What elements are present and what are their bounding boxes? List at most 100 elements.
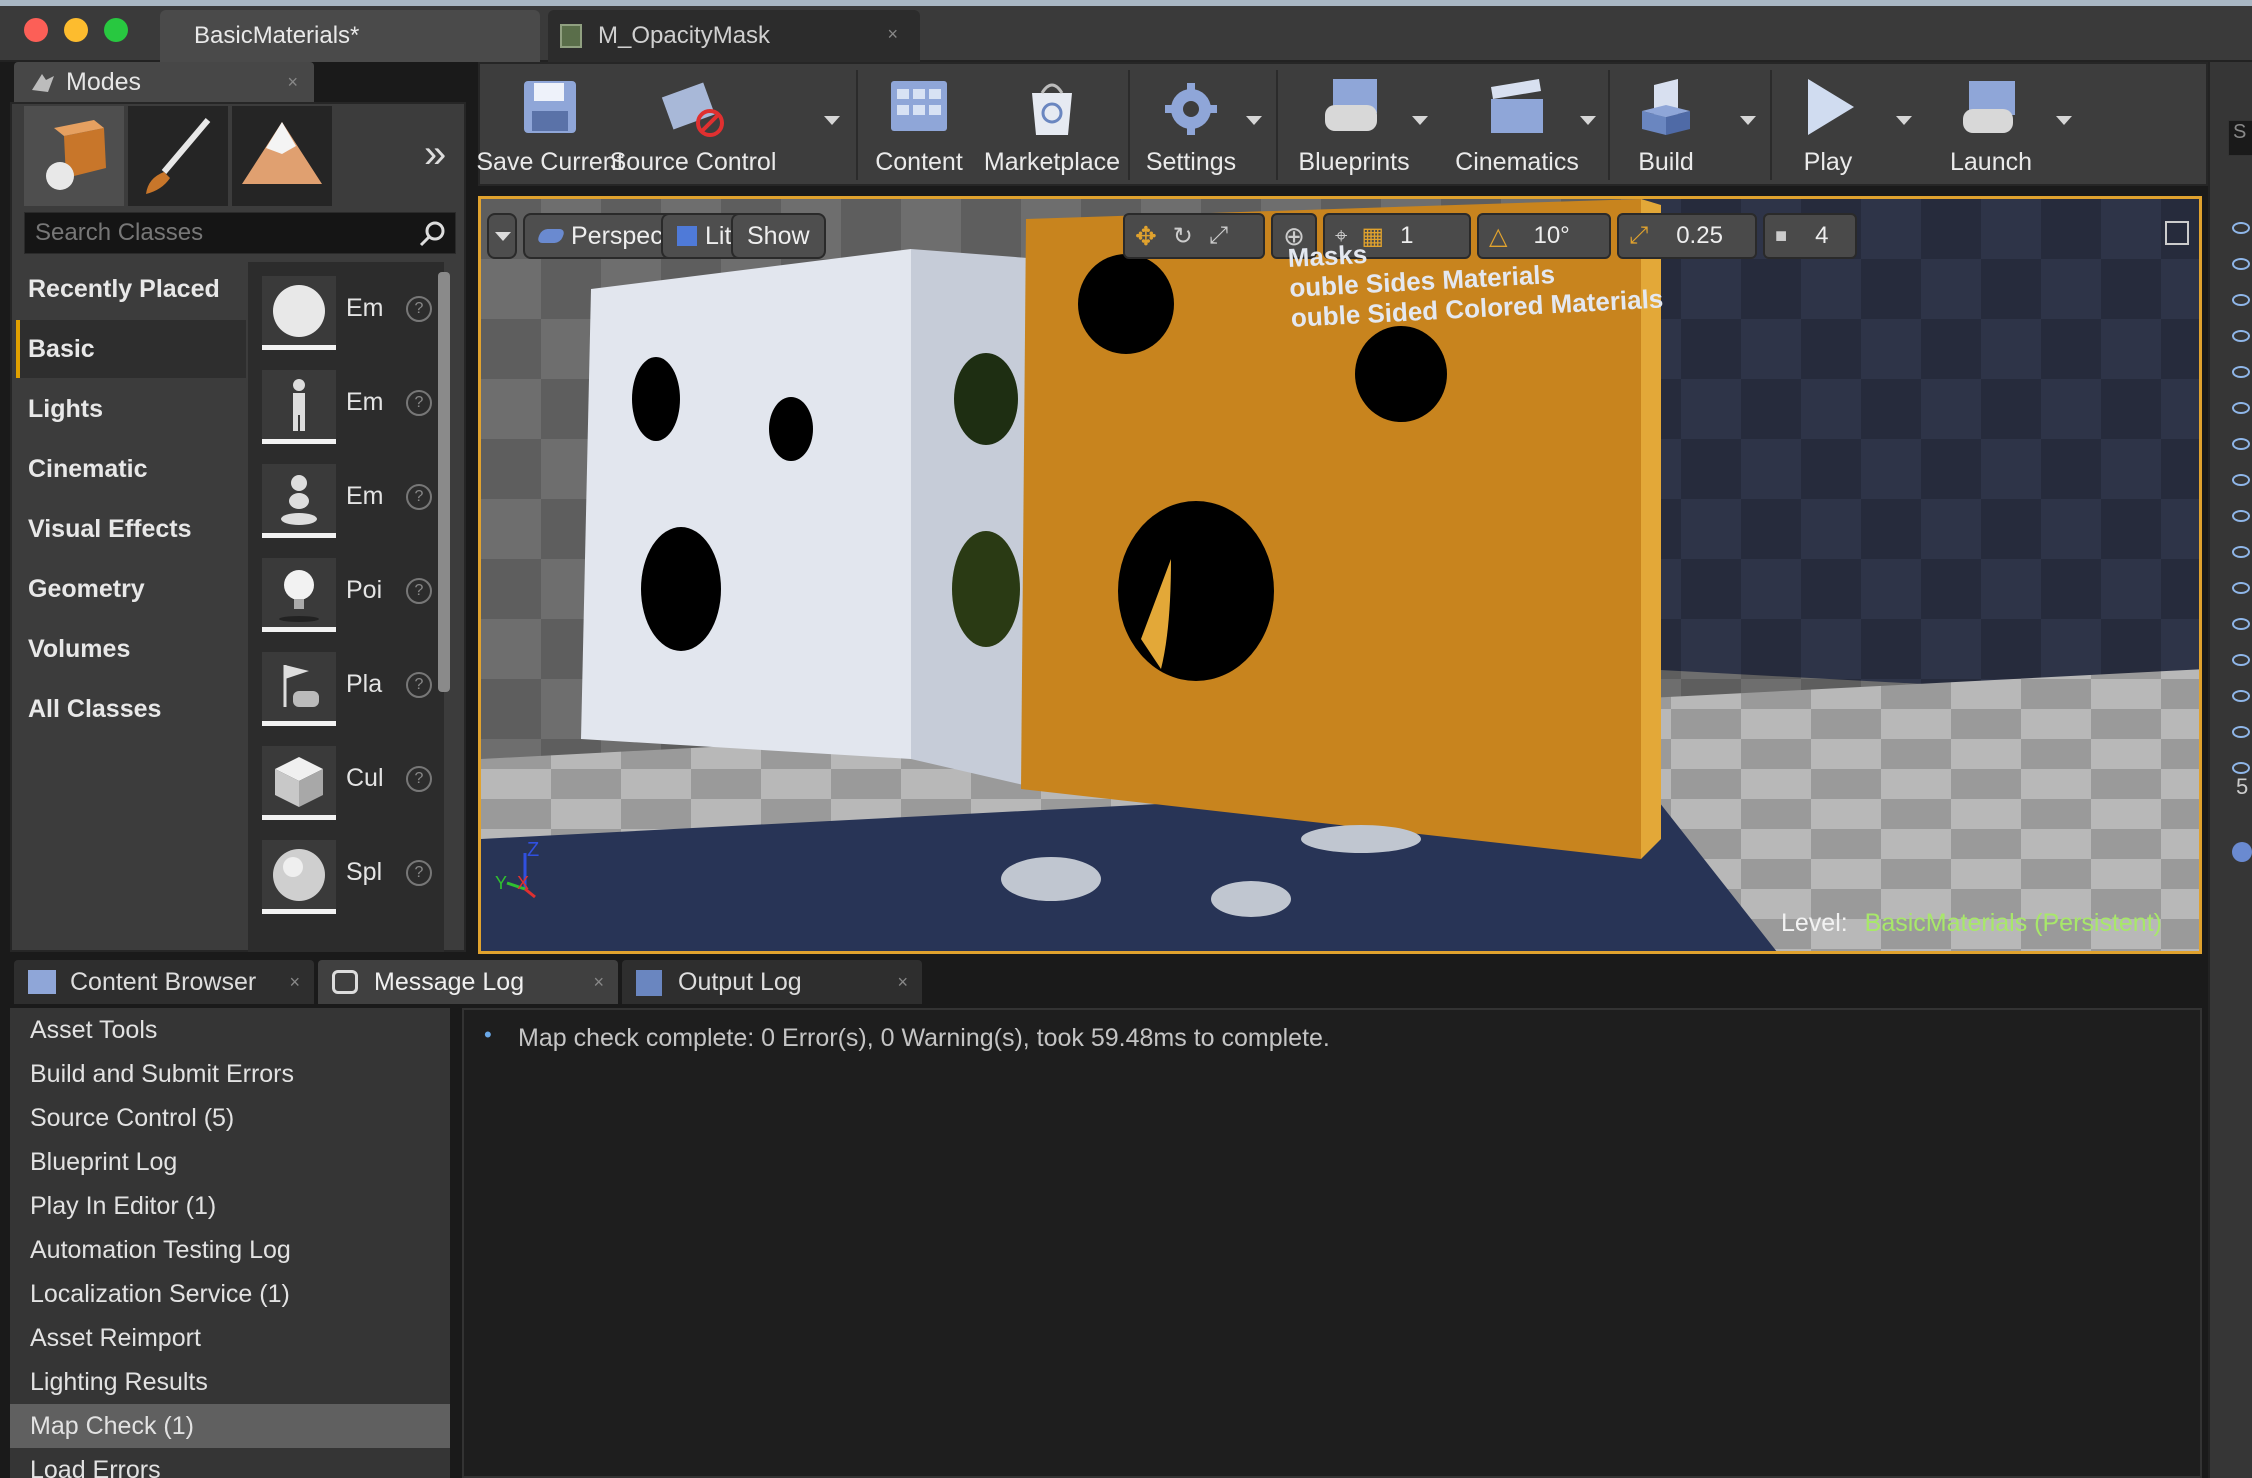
paint-mode-button[interactable]	[128, 106, 228, 206]
visibility-eye-icon[interactable]	[2232, 762, 2250, 774]
save-current-button[interactable]: Save Current	[476, 64, 624, 184]
search-classes-input[interactable]: Search Classes	[24, 212, 456, 254]
source-control-button[interactable]: Source Control	[610, 64, 776, 184]
tab-content-browser[interactable]: Content Browser ×	[14, 960, 314, 1004]
visibility-eye-icon[interactable]	[2232, 222, 2250, 234]
info-icon[interactable]	[2232, 842, 2252, 862]
log-category-item[interactable]: Blueprint Log	[20, 1140, 450, 1184]
source-control-dropdown-icon[interactable]	[824, 116, 840, 125]
category-volumes[interactable]: Volumes	[16, 620, 246, 678]
marketplace-button[interactable]: Marketplace	[982, 64, 1122, 184]
log-message[interactable]: Map check complete: 0 Error(s), 0 Warnin…	[518, 1024, 1330, 1053]
category-visual-effects[interactable]: Visual Effects	[16, 500, 246, 558]
close-tab-icon[interactable]: ×	[593, 972, 604, 993]
log-category-item[interactable]: Play In Editor (1)	[20, 1184, 450, 1228]
minimize-window-button[interactable]	[64, 18, 88, 42]
scale-snap-value[interactable]: 0.25	[1676, 222, 1723, 250]
settings-dropdown-icon[interactable]	[1246, 116, 1262, 125]
camera-icon[interactable]: ■	[1775, 225, 1787, 248]
maximize-window-button[interactable]	[104, 18, 128, 42]
help-icon[interactable]: ?	[406, 672, 432, 698]
content-button[interactable]: Content	[864, 64, 974, 184]
close-tab-icon[interactable]: ×	[897, 972, 908, 993]
right-search-input[interactable]: S	[2228, 120, 2252, 156]
visibility-eye-icon[interactable]	[2232, 366, 2250, 378]
category-basic[interactable]: Basic	[16, 320, 246, 378]
play-dropdown-icon[interactable]	[1896, 116, 1912, 125]
log-category-item[interactable]: Build and Submit Errors	[20, 1052, 450, 1096]
place-item-sphere[interactable]: Spl ?	[262, 836, 442, 924]
help-icon[interactable]: ?	[406, 296, 432, 322]
blueprints-button[interactable]: Blueprints	[1284, 64, 1424, 184]
place-item-point-light[interactable]: Poi ?	[262, 554, 442, 642]
visibility-eye-icon[interactable]	[2232, 726, 2250, 738]
log-category-item[interactable]: Source Control (5)	[20, 1096, 450, 1140]
visibility-eye-icon[interactable]	[2232, 546, 2250, 558]
landscape-mode-button[interactable]	[232, 106, 332, 206]
help-icon[interactable]: ?	[406, 390, 432, 416]
log-category-item[interactable]: Localization Service (1)	[20, 1272, 450, 1316]
close-tab-icon[interactable]: ×	[289, 972, 300, 993]
visibility-eye-icon[interactable]	[2232, 690, 2250, 702]
help-icon[interactable]: ?	[406, 860, 432, 886]
place-item-player-start[interactable]: Pla ?	[262, 648, 442, 736]
visibility-eye-icon[interactable]	[2232, 654, 2250, 666]
visibility-eye-icon[interactable]	[2232, 402, 2250, 414]
cinematics-button[interactable]: Cinematics	[1442, 64, 1592, 184]
visibility-eye-icon[interactable]	[2232, 582, 2250, 594]
tab-message-log[interactable]: Message Log ×	[318, 960, 618, 1004]
log-category-item[interactable]: Lighting Results	[20, 1360, 450, 1404]
log-category-item-selected[interactable]: Map Check (1)	[10, 1404, 450, 1448]
visibility-eye-icon[interactable]	[2232, 618, 2250, 630]
level-viewport[interactable]: Perspective Lit Show ✥ ↻ ⤢ ⊕ ⌖ ▦ 1 △ 10°…	[478, 196, 2202, 954]
scale-icon[interactable]: ⤢	[1209, 222, 1228, 250]
log-category-item[interactable]: Load Errors	[20, 1448, 450, 1478]
build-button[interactable]: Build	[1616, 64, 1716, 184]
close-tab-icon[interactable]: ×	[887, 24, 898, 45]
place-item-cube[interactable]: Cul ?	[262, 742, 442, 830]
category-recently-placed[interactable]: Recently Placed	[16, 260, 246, 318]
category-cinematic[interactable]: Cinematic	[16, 440, 246, 498]
rotate-icon[interactable]: ↻	[1173, 222, 1193, 251]
place-list-scrollbar[interactable]	[438, 272, 450, 692]
cinematics-dropdown-icon[interactable]	[1580, 116, 1596, 125]
place-item-empty-character[interactable]: Em ?	[262, 366, 442, 454]
help-icon[interactable]: ?	[406, 484, 432, 510]
tab-output-log[interactable]: Output Log ×	[622, 960, 922, 1004]
chevron-down-icon	[495, 231, 511, 241]
close-window-button[interactable]	[24, 18, 48, 42]
camera-speed-value[interactable]: 4	[1815, 222, 1828, 250]
category-geometry[interactable]: Geometry	[16, 560, 246, 618]
visibility-eye-icon[interactable]	[2232, 330, 2250, 342]
blueprints-dropdown-icon[interactable]	[1412, 116, 1428, 125]
help-icon[interactable]: ?	[406, 578, 432, 604]
place-mode-button[interactable]	[24, 106, 124, 206]
visibility-eye-icon[interactable]	[2232, 294, 2250, 306]
place-item-empty-pawn[interactable]: Em ?	[262, 460, 442, 548]
visibility-eye-icon[interactable]	[2232, 510, 2250, 522]
translate-icon[interactable]: ✥	[1135, 221, 1157, 252]
log-category-item[interactable]: Asset Reimport	[20, 1316, 450, 1360]
play-button[interactable]: Play	[1778, 64, 1878, 184]
viewport-options-button[interactable]	[487, 213, 517, 259]
visibility-eye-icon[interactable]	[2232, 474, 2250, 486]
help-icon[interactable]: ?	[406, 766, 432, 792]
visibility-eye-icon[interactable]	[2232, 258, 2250, 270]
build-dropdown-icon[interactable]	[1740, 116, 1756, 125]
place-item-empty-actor[interactable]: Em ?	[262, 272, 442, 360]
visibility-eye-icon[interactable]	[2232, 438, 2250, 450]
doc-tab-opacitymask[interactable]: M_OpacityMask ×	[548, 10, 920, 62]
close-tab-icon[interactable]: ×	[287, 72, 298, 93]
log-category-item[interactable]: Asset Tools	[20, 1008, 450, 1052]
doc-tab-basicmaterials[interactable]: BasicMaterials*	[160, 10, 540, 62]
modes-tab[interactable]: Modes ×	[14, 62, 314, 102]
more-modes-icon[interactable]: »	[424, 132, 446, 177]
category-lights[interactable]: Lights	[16, 380, 246, 438]
log-category-item[interactable]: Automation Testing Log	[20, 1228, 450, 1272]
settings-button[interactable]: Settings	[1136, 64, 1246, 184]
maximize-viewport-icon[interactable]	[2165, 221, 2189, 245]
show-button[interactable]: Show	[731, 213, 826, 259]
launch-button[interactable]: Launch	[1936, 64, 2046, 184]
category-all-classes[interactable]: All Classes	[16, 680, 246, 738]
launch-dropdown-icon[interactable]	[2056, 116, 2072, 125]
